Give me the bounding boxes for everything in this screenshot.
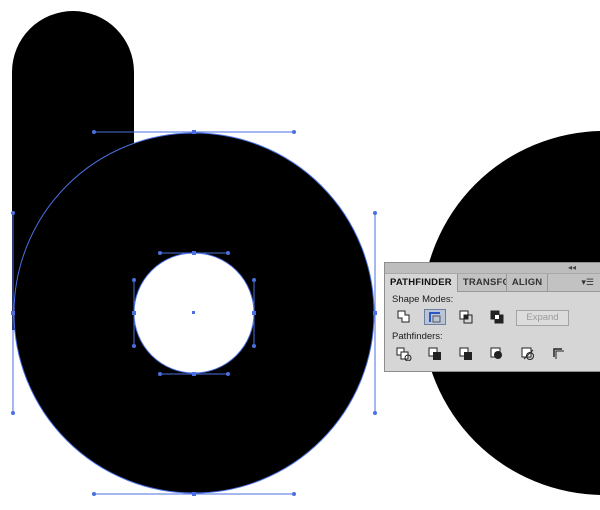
- pathfinders-row: [393, 346, 579, 362]
- crop-button[interactable]: [486, 346, 508, 362]
- shape-modes-row: [393, 309, 517, 325]
- trim-button[interactable]: [424, 346, 446, 362]
- expand-button[interactable]: Expand: [516, 310, 569, 326]
- collapse-panel-icon[interactable]: ◂◂: [568, 263, 576, 273]
- unite-button[interactable]: [393, 309, 415, 325]
- tab-pathfinder[interactable]: PATHFINDER: [385, 274, 458, 292]
- intersect-icon: [459, 310, 473, 324]
- unite-icon: [397, 310, 410, 323]
- tab-align[interactable]: ALIGN: [507, 274, 549, 291]
- shape-modes-label: Shape Modes:: [392, 294, 454, 305]
- minus-front-icon: [429, 312, 441, 323]
- divide-icon: [396, 347, 412, 361]
- artboard[interactable]: [0, 0, 600, 510]
- tab-transform[interactable]: TRANSFO: [458, 274, 507, 291]
- pathfinders-label: Pathfinders:: [392, 331, 443, 342]
- minus-front-button[interactable]: [424, 309, 446, 325]
- pathfinder-panel: ◂◂ PATHFINDER TRANSFO ALIGN ▾☰ Shape Mod…: [384, 262, 600, 372]
- outline-icon: [521, 347, 534, 360]
- merge-button[interactable]: [455, 346, 477, 362]
- panel-menu-icon[interactable]: ▾☰: [581, 277, 594, 288]
- minus-back-icon: [553, 348, 564, 359]
- merge-icon: [459, 347, 472, 360]
- exclude-icon: [490, 310, 504, 324]
- panel-titlebar[interactable]: ◂◂: [385, 263, 600, 274]
- intersect-button[interactable]: [455, 309, 477, 325]
- minus-back-button[interactable]: [548, 346, 570, 362]
- selection-center-point: [192, 311, 195, 314]
- crop-icon: [490, 347, 502, 359]
- panel-tab-row: PATHFINDER TRANSFO ALIGN ▾☰: [385, 274, 600, 292]
- trim-icon: [428, 347, 441, 360]
- outline-button[interactable]: [517, 346, 539, 362]
- divide-button[interactable]: [393, 346, 415, 362]
- exclude-button[interactable]: [486, 309, 508, 325]
